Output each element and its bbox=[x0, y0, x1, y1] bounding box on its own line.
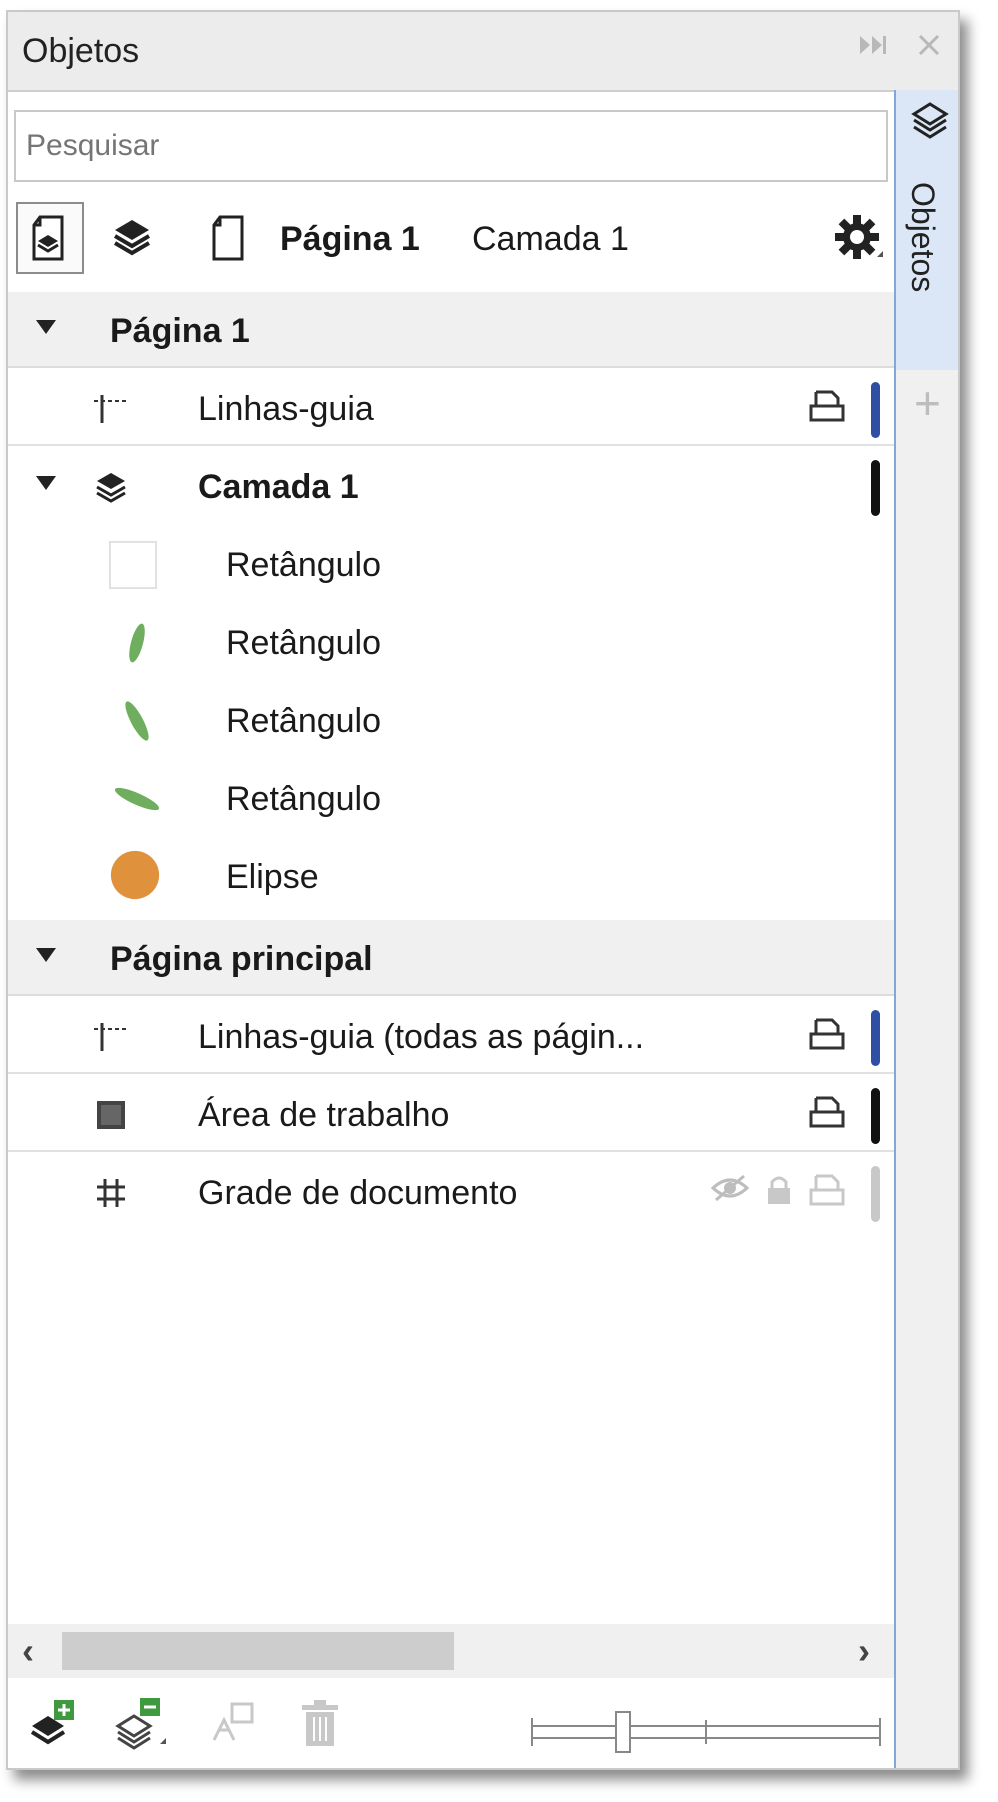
layers-icon bbox=[910, 100, 950, 149]
docker-title: Objetos bbox=[22, 32, 140, 70]
rectangle-thumbnail-icon bbox=[108, 540, 158, 590]
object-label: Retângulo bbox=[226, 624, 382, 662]
desktop-color-indicator bbox=[871, 1088, 880, 1144]
leaf-thumbnail-icon bbox=[112, 774, 162, 824]
docker-tab-strip: Objetos + bbox=[894, 90, 958, 1768]
tab-objects-label: Objetos bbox=[905, 182, 941, 293]
printer-icon[interactable] bbox=[808, 1016, 846, 1057]
docker-title-bar: Objetos bbox=[8, 12, 958, 92]
object-row[interactable]: Retângulo bbox=[8, 526, 894, 604]
layer-1-label: Camada 1 bbox=[198, 468, 359, 506]
new-master-layer-button[interactable] bbox=[112, 1694, 172, 1754]
slider-handle[interactable] bbox=[615, 1711, 631, 1753]
page-1-row[interactable]: Página 1 bbox=[8, 292, 894, 368]
symbol-icon bbox=[212, 1702, 254, 1741]
current-layer-label[interactable]: Camada 1 bbox=[472, 220, 629, 259]
objects-main: Página 1 Camada 1 bbox=[8, 90, 894, 1768]
page-1-label: Página 1 bbox=[110, 312, 250, 350]
guides-color-indicator bbox=[871, 1010, 880, 1066]
guidelines-icon bbox=[86, 384, 136, 434]
collapse-icon[interactable] bbox=[856, 30, 890, 68]
printer-icon[interactable] bbox=[808, 1172, 846, 1213]
new-layer-button[interactable] bbox=[22, 1694, 82, 1754]
scroll-left-icon[interactable]: ‹ bbox=[22, 1630, 34, 1672]
grid-icon bbox=[86, 1168, 136, 1218]
view-objects-button[interactable] bbox=[194, 202, 262, 274]
current-page-label[interactable]: Página 1 bbox=[280, 220, 420, 259]
object-row[interactable]: Retângulo bbox=[8, 682, 894, 760]
layers-icon bbox=[113, 220, 151, 256]
grid-color-indicator bbox=[871, 1166, 880, 1222]
object-label: Retângulo bbox=[226, 702, 382, 740]
thumbnail-size-slider[interactable] bbox=[530, 1710, 882, 1754]
desktop-icon bbox=[86, 1090, 136, 1140]
object-label: Elipse bbox=[226, 858, 319, 896]
search-input[interactable] bbox=[16, 112, 886, 180]
desktop-row[interactable]: Área de trabalho bbox=[8, 1076, 894, 1152]
layer-icon bbox=[86, 462, 136, 512]
page-icon bbox=[212, 215, 244, 261]
scrollbar-thumb[interactable] bbox=[62, 1632, 454, 1670]
printer-icon[interactable] bbox=[808, 388, 846, 429]
tab-objects[interactable]: Objetos bbox=[896, 90, 958, 370]
options-button[interactable] bbox=[824, 202, 892, 274]
new-layer-icon bbox=[30, 1700, 74, 1745]
printer-icon[interactable] bbox=[808, 1094, 846, 1135]
guidelines-icon bbox=[86, 1012, 136, 1062]
object-label: Retângulo bbox=[226, 780, 382, 818]
delete-button bbox=[290, 1694, 350, 1754]
close-icon[interactable] bbox=[914, 30, 944, 68]
new-master-layer-icon bbox=[115, 1698, 166, 1750]
expand-triangle-icon[interactable] bbox=[36, 476, 56, 490]
leaf-thumbnail-icon bbox=[112, 618, 162, 668]
master-guides-label: Linhas-guia (todas as págin... bbox=[198, 1018, 645, 1056]
view-pages-layers-objects-button[interactable] bbox=[16, 202, 84, 274]
objects-toolbar: Página 1 Camada 1 bbox=[8, 198, 894, 282]
scroll-right-icon[interactable]: › bbox=[858, 1630, 870, 1672]
master-page-label: Página principal bbox=[110, 940, 373, 978]
leaf-thumbnail-icon bbox=[112, 696, 162, 746]
search-box[interactable] bbox=[14, 110, 888, 182]
gear-icon bbox=[835, 215, 883, 259]
layer-color-indicator bbox=[871, 460, 880, 516]
view-layers-objects-button[interactable] bbox=[98, 202, 166, 274]
new-symbol-button bbox=[202, 1694, 262, 1754]
object-row[interactable]: Elipse bbox=[8, 838, 894, 918]
eye-hidden-icon[interactable] bbox=[710, 1172, 750, 1209]
layer-1-row[interactable]: Camada 1 bbox=[8, 448, 894, 526]
lock-icon[interactable] bbox=[764, 1172, 794, 1213]
add-tab-icon[interactable]: + bbox=[914, 380, 941, 426]
trash-icon bbox=[302, 1700, 338, 1746]
document-grid-label: Grade de documento bbox=[198, 1174, 518, 1212]
desktop-label: Área de trabalho bbox=[198, 1096, 450, 1134]
page-layers-icon bbox=[32, 215, 64, 261]
guides-row[interactable]: Linhas-guia bbox=[8, 370, 894, 446]
horizontal-scrollbar[interactable]: ‹ › bbox=[8, 1624, 894, 1678]
object-row[interactable]: Retângulo bbox=[8, 604, 894, 682]
bottom-toolbar bbox=[8, 1680, 894, 1768]
master-guides-row[interactable]: Linhas-guia (todas as págin... bbox=[8, 998, 894, 1074]
expand-triangle-icon[interactable] bbox=[36, 948, 56, 962]
expand-triangle-icon[interactable] bbox=[36, 320, 56, 334]
master-page-row[interactable]: Página principal bbox=[8, 920, 894, 996]
document-grid-row[interactable]: Grade de documento bbox=[8, 1154, 894, 1232]
ellipse-thumbnail-icon bbox=[110, 850, 160, 900]
objects-docker: Objetos Objetos + Pesquisar Página 1 Cam… bbox=[6, 10, 960, 1770]
guides-color-indicator bbox=[871, 382, 880, 438]
guides-label: Linhas-guia bbox=[198, 390, 374, 428]
object-label: Retângulo bbox=[226, 546, 382, 584]
object-row[interactable]: Retângulo bbox=[8, 760, 894, 838]
